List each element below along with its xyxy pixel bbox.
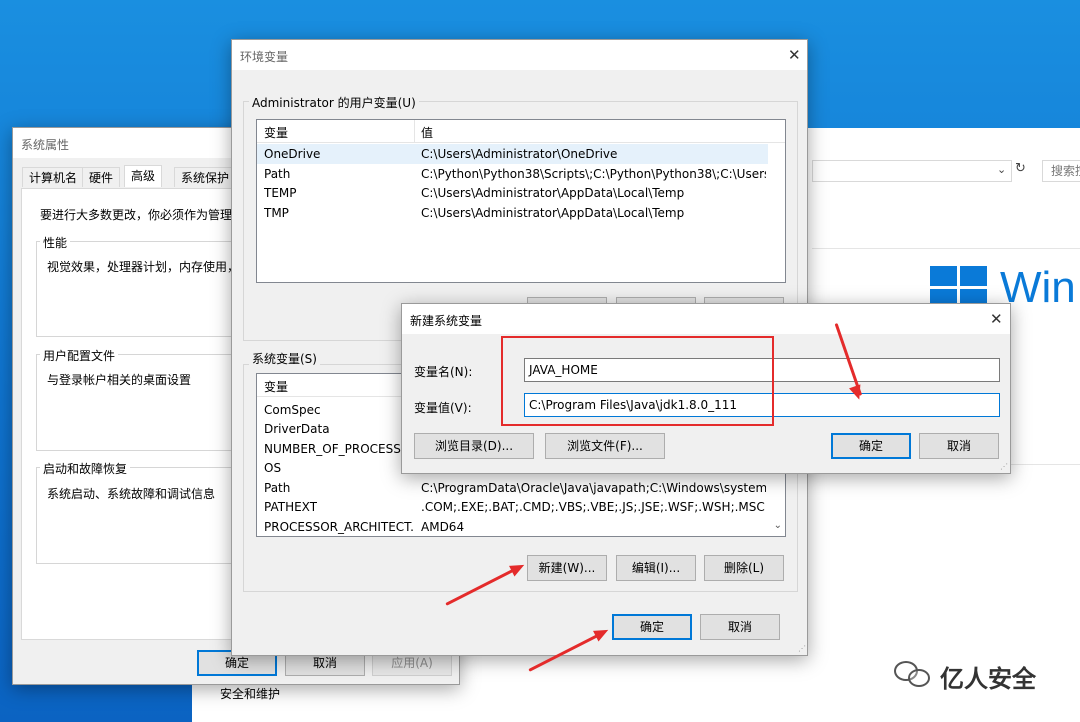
newvar-ok-button[interactable]: 确定: [831, 433, 911, 459]
header-divider: [812, 248, 1080, 249]
table-row[interactable]: Path C:\ProgramData\Oracle\Java\javapath…: [257, 478, 785, 498]
var-name: TEMP: [264, 186, 297, 200]
table-row[interactable]: Path C:\Python\Python38\Scripts\;C:\Pyth…: [257, 164, 785, 184]
var-value: C:\Python\Python38\Scripts\;C:\Python\Py…: [421, 167, 766, 181]
table-row[interactable]: PROCESSOR_ARCHITECT... AMD64: [257, 517, 785, 536]
search-box[interactable]: 搜索控: [1042, 160, 1080, 182]
var-name: Path: [264, 167, 291, 181]
window-title: 系统属性: [21, 138, 70, 152]
tab-computer-name[interactable]: 计算机名: [22, 167, 85, 187]
var-value: C:\Users\Administrator\AppData\Local\Tem…: [421, 206, 685, 220]
resize-grip-icon[interactable]: ⋰: [1000, 462, 1008, 471]
user-vars-label: Administrator 的用户变量(U): [249, 94, 419, 111]
dialog-title: 新建系统变量: [410, 314, 483, 328]
table-row[interactable]: OneDrive C:\Users\Administrator\OneDrive: [257, 144, 768, 164]
scroll-down-icon[interactable]: ⌄: [774, 520, 782, 531]
newvar-cancel-button[interactable]: 取消: [919, 433, 999, 459]
var-name: Path: [264, 481, 291, 495]
performance-label: 性能: [40, 234, 71, 251]
chevron-down-icon[interactable]: ⌄: [997, 163, 1006, 176]
variable-name-label: 变量名(N):: [414, 365, 473, 379]
var-name: NUMBER_OF_PROCESSOR: [264, 442, 410, 456]
var-name: TMP: [264, 206, 289, 220]
wechat-icon: [894, 657, 934, 691]
var-name: DriverData: [264, 422, 330, 436]
var-name: PATHEXT: [264, 500, 318, 514]
close-icon[interactable]: ✕: [990, 310, 1003, 328]
var-value: C:\Users\Administrator\OneDrive: [421, 147, 618, 161]
var-name: PROCESSOR_ARCHITECT...: [264, 520, 414, 534]
system-edit-button[interactable]: 编辑(I)...: [616, 555, 696, 581]
table-row[interactable]: TEMP C:\Users\Administrator\AppData\Loca…: [257, 183, 785, 203]
refresh-icon[interactable]: ↻: [1015, 161, 1026, 176]
column-variable[interactable]: 变量: [264, 378, 288, 395]
watermark-text: 亿人安全: [940, 665, 1036, 693]
column-variable[interactable]: 变量: [264, 124, 288, 141]
watermark: 亿人安全: [894, 653, 1074, 697]
admin-notice: 要进行大多数更改，你必须作为管理员: [40, 208, 245, 222]
browse-file-button[interactable]: 浏览文件(F)...: [545, 433, 665, 459]
list-header: 变量 值: [257, 120, 785, 143]
var-name: OS: [264, 461, 282, 475]
close-icon[interactable]: ✕: [788, 46, 801, 64]
resize-grip-icon[interactable]: ⋰: [798, 644, 806, 653]
address-bar[interactable]: [812, 160, 1012, 182]
system-delete-button[interactable]: 删除(L): [704, 555, 784, 581]
startup-recovery-label: 启动和故障恢复: [40, 460, 131, 477]
var-name: OneDrive: [264, 147, 321, 161]
windows-wordmark: Win: [1000, 263, 1076, 312]
title-bar: 新建系统变量 ✕: [402, 304, 1010, 334]
variable-value-label: 变量值(V):: [414, 401, 472, 415]
table-row[interactable]: PATHEXT .COM;.EXE;.BAT;.CMD;.VBS;.VBE;.J…: [257, 497, 785, 517]
var-name: ComSpec: [264, 403, 321, 417]
user-vars-list[interactable]: 变量 值 OneDrive C:\Users\Administrator\One…: [256, 119, 786, 283]
system-vars-label: 系统变量(S): [249, 350, 320, 367]
title-bar: 环境变量 ✕: [232, 40, 807, 70]
tab-hardware[interactable]: 硬件: [82, 167, 121, 187]
table-row[interactable]: TMP C:\Users\Administrator\AppData\Local…: [257, 203, 785, 223]
envvars-cancel-button[interactable]: 取消: [700, 614, 780, 640]
performance-text: 视觉效果，处理器计划，内存使用，以: [47, 260, 252, 274]
user-profiles-label: 用户配置文件: [40, 347, 119, 364]
security-maintenance-link[interactable]: 安全和维护: [220, 685, 280, 702]
var-value: .COM;.EXE;.BAT;.CMD;.VBS;.VBE;.JS;.JSE;.…: [421, 500, 765, 514]
window-title: 环境变量: [240, 50, 289, 64]
browse-directory-button[interactable]: 浏览目录(D)...: [414, 433, 534, 459]
user-profiles-text: 与登录帐户相关的桌面设置: [47, 373, 192, 387]
tab-system-protection[interactable]: 系统保护: [174, 167, 237, 187]
tab-advanced[interactable]: 高级: [124, 165, 163, 187]
column-divider[interactable]: [414, 120, 415, 142]
startup-recovery-text: 系统启动、系统故障和调试信息: [47, 487, 216, 501]
column-value[interactable]: 值: [421, 124, 433, 141]
var-value: C:\Users\Administrator\AppData\Local\Tem…: [421, 186, 685, 200]
system-new-button[interactable]: 新建(W)...: [527, 555, 607, 581]
annotation-highlight-box: [501, 336, 774, 426]
envvars-ok-button[interactable]: 确定: [612, 614, 692, 640]
var-value: C:\ProgramData\Oracle\Java\javapath;C:\W…: [421, 481, 766, 495]
var-value: AMD64: [421, 520, 465, 534]
